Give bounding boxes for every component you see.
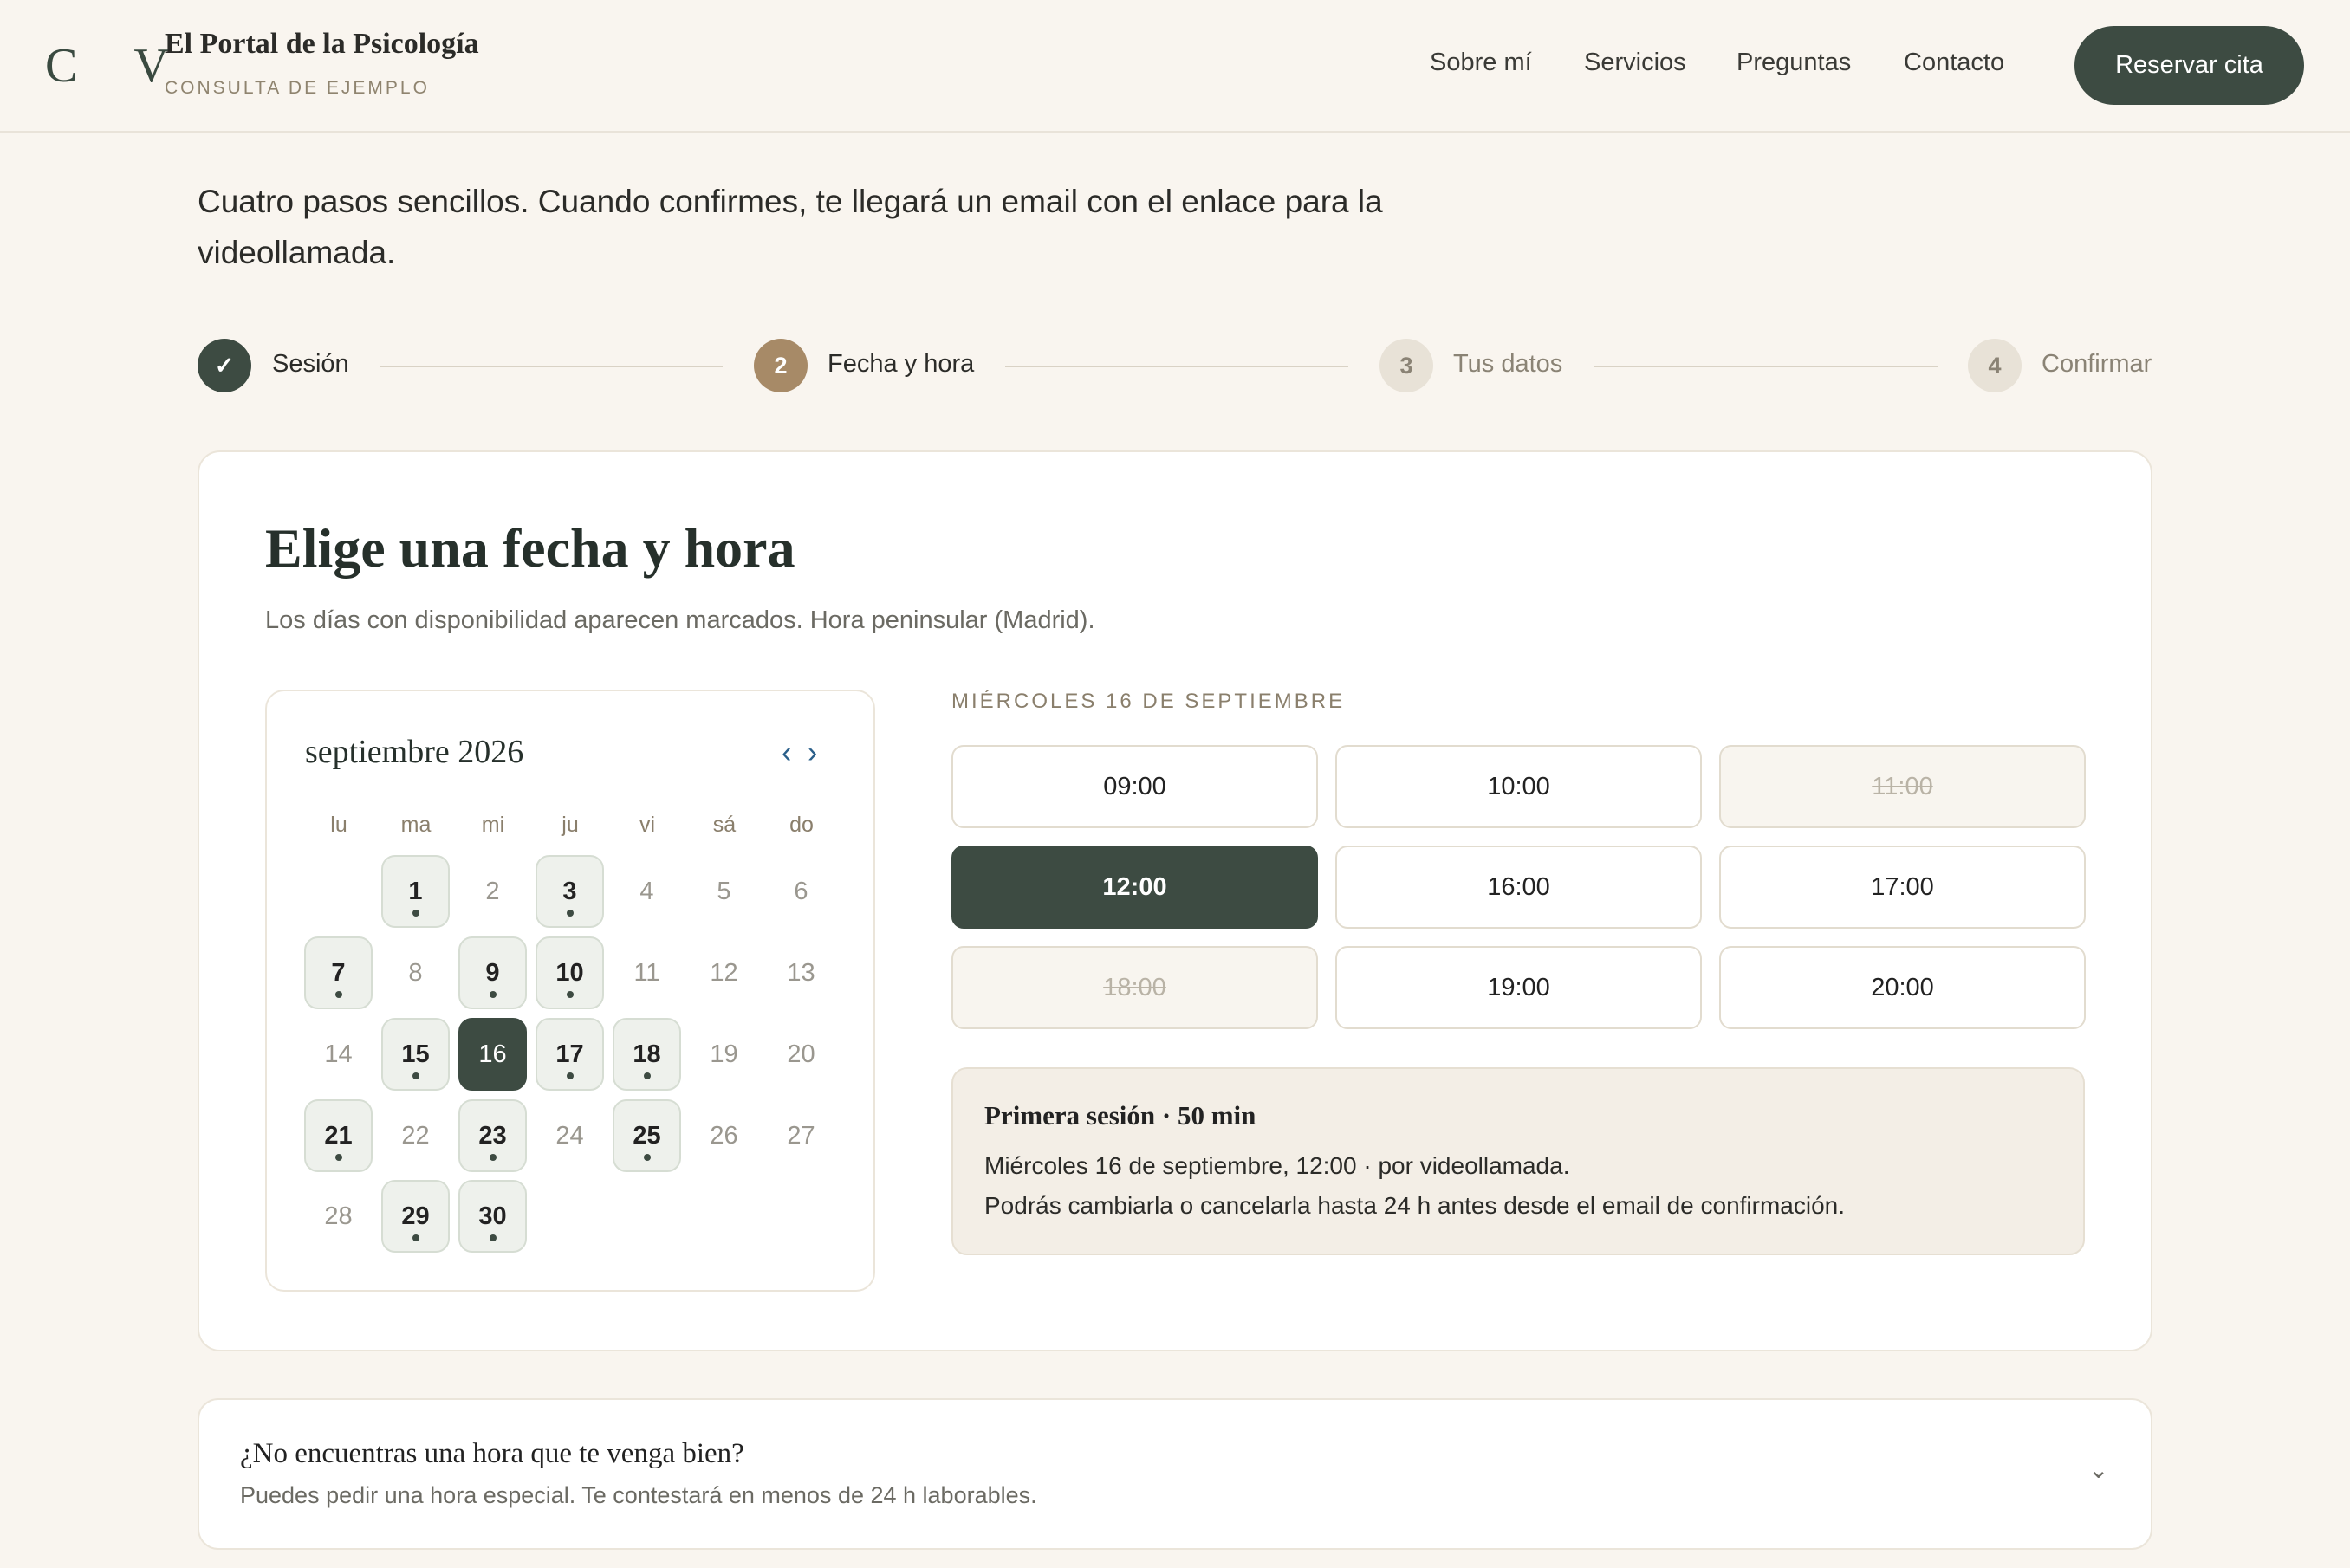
calendar-day: 19 [710, 1040, 738, 1068]
weekday-label: sá [712, 813, 737, 837]
book-appointment-button[interactable]: Reservar cita [2074, 26, 2304, 105]
step-1-check-icon: ✓ [198, 339, 251, 392]
weekday-label: lu [330, 813, 347, 837]
calendar-day: 22 [401, 1121, 430, 1150]
help-title: ¿No encuentras una hora que te venga bie… [240, 1438, 744, 1469]
calendar-day-available[interactable]: 21 [304, 1099, 373, 1172]
brand-subtitle: CONSULTA DE EJEMPLO [165, 78, 430, 98]
step-connector [380, 366, 723, 367]
calendar-day-available[interactable]: 7 [304, 936, 373, 1009]
calendar-day: 12 [710, 958, 738, 987]
summary-title: Primera sesión · 50 min [984, 1100, 1256, 1131]
calendar-day-available[interactable]: 30 [458, 1180, 527, 1253]
calendar-day-available[interactable]: 1 [381, 855, 450, 928]
calendar-day-available[interactable]: 29 [381, 1180, 450, 1253]
calendar-day-available[interactable]: 9 [458, 936, 527, 1009]
calendar-day: 20 [787, 1040, 815, 1068]
chevron-down-icon[interactable]: ⌄ [2088, 1455, 2108, 1484]
time-slot-1700[interactable]: 17:00 [1719, 846, 2086, 929]
next-month-icon[interactable]: › [808, 736, 817, 770]
time-slot-1200[interactable]: 12:00 [951, 846, 1318, 929]
intro-text: Cuatro pasos sencillos. Cuando confirmes… [198, 184, 1383, 270]
calendar-day-available[interactable]: 15 [381, 1018, 450, 1091]
calendar-month: septiembre 2026 [305, 734, 524, 770]
calendar-day: 26 [710, 1121, 738, 1150]
step-connector [1594, 366, 1938, 367]
calendar-day-selected[interactable]: 16 [458, 1018, 527, 1091]
weekday-label: ma [400, 813, 432, 837]
calendar-day: 27 [787, 1121, 815, 1150]
help-subtitle: Puedes pedir una hora especial. Te conte… [240, 1482, 1037, 1508]
nav-link-about[interactable]: Sobre mí [1430, 49, 1532, 77]
nav-link-services[interactable]: Servicios [1584, 49, 1686, 77]
step-2-number: 2 [754, 339, 808, 392]
calendar-day: 24 [555, 1121, 584, 1150]
calendar-day-available[interactable]: 3 [536, 855, 604, 928]
calendar-day-available[interactable]: 25 [613, 1099, 681, 1172]
nav-link-contact[interactable]: Contacto [1904, 49, 2004, 77]
time-slot-1600[interactable]: 16:00 [1335, 846, 1702, 929]
calendar-day: 28 [324, 1202, 353, 1230]
step-1-label: Sesión [272, 350, 349, 378]
custom-time-accordion[interactable] [198, 1398, 2152, 1550]
step-3-label: Tus datos [1453, 350, 1563, 378]
prev-month-icon[interactable]: ‹ [782, 736, 791, 770]
time-slot-2000[interactable]: 20:00 [1719, 946, 2086, 1029]
nav-link-faq[interactable]: Preguntas [1737, 49, 1851, 77]
calendar-day-available[interactable]: 18 [613, 1018, 681, 1091]
weekday-label: mi [481, 813, 505, 837]
selected-date-heading: MIÉRCOLES 16 DE SEPTIEMBRE [951, 690, 1346, 713]
calendar-day: 6 [794, 877, 808, 905]
time-slot-1800: 18:00 [951, 946, 1318, 1029]
calendar-day: 11 [633, 958, 660, 987]
weekday-label: do [789, 813, 814, 837]
calendar-day: 2 [485, 877, 500, 905]
weekday-label: vi [639, 813, 656, 837]
time-slot-1000[interactable]: 10:00 [1335, 745, 1702, 828]
step-4-label: Confirmar [2042, 350, 2152, 378]
summary-cancel-policy: Podrás cambiarla o cancelarla hasta 24 h… [984, 1192, 1846, 1219]
calendar-day-available[interactable]: 23 [458, 1099, 527, 1172]
time-slot-1100: 11:00 [1719, 745, 2086, 828]
card-title: Elige una fecha y hora [265, 517, 795, 579]
step-4-number: 4 [1968, 339, 2022, 392]
weekday-label: ju [562, 813, 579, 837]
step-3-number: 3 [1379, 339, 1433, 392]
calendar-day-available[interactable]: 17 [536, 1018, 604, 1091]
card-subtitle: Los días con disponibilidad aparecen mar… [265, 606, 1095, 634]
calendar-day: 13 [787, 958, 815, 987]
summary-datetime: Miércoles 16 de septiembre, 12:00 · por … [984, 1152, 1570, 1179]
brand-title[interactable]: El Portal de la Psicología [165, 28, 479, 61]
calendar-day: 14 [324, 1040, 353, 1068]
step-connector [1005, 366, 1348, 367]
calendar-day: 8 [408, 958, 423, 987]
time-slot-1900[interactable]: 19:00 [1335, 946, 1702, 1029]
time-slot-0900[interactable]: 09:00 [951, 745, 1318, 828]
calendar-day-available[interactable]: 10 [536, 936, 604, 1009]
site-header: C V El Portal de la Psicología CONSULTA … [0, 0, 2350, 133]
step-2-label: Fecha y hora [828, 350, 975, 378]
calendar-day: 5 [717, 877, 731, 905]
calendar-day: 4 [639, 877, 654, 905]
